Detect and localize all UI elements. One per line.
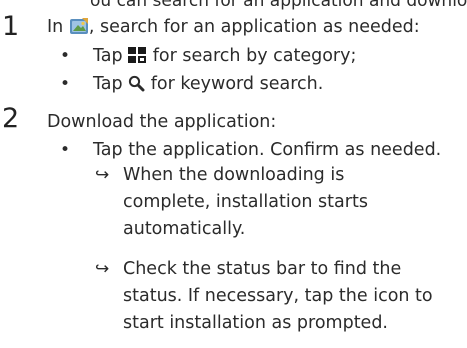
bullet-text-before: Tap [93,74,129,94]
step-number: 2 [2,103,20,134]
step-1-text-after: , search for an application as needed: [88,17,420,37]
category-grid-icon [128,47,147,70]
bullet-dot: • [60,140,71,160]
bullet-dot: • [60,46,71,66]
step-2-text: Download the application: [47,112,277,132]
bullet-text: Tap the application. Confirm as needed. [93,140,442,160]
app-store-icon [69,17,89,41]
step-number: 1 [2,11,20,42]
result-arrow-icon: ↪ [95,259,110,279]
bullet-dot: • [60,74,71,94]
result-line: Check the status bar to find the [123,259,402,279]
search-icon [128,75,145,98]
result-line: complete, installation starts [123,192,368,212]
step-1-text: In , search for an application as needed… [47,16,420,41]
step-1-text-before: In [47,17,69,37]
result-line: When the downloading is [123,165,345,185]
cut-off-line: ou can search for an application and dow… [90,0,467,11]
bullet-text-after: for keyword search. [145,74,324,94]
instruction-page: ou can search for an application and dow… [0,0,467,348]
result-line: automatically. [123,219,246,239]
bullet-text-before: Tap [93,46,129,66]
result-line: status. If necessary, tap the icon to [123,286,433,306]
result-arrow-icon: ↪ [95,165,110,185]
result-line: start installation as prompted. [123,313,388,333]
bullet-text-after: for search by category; [147,46,357,66]
